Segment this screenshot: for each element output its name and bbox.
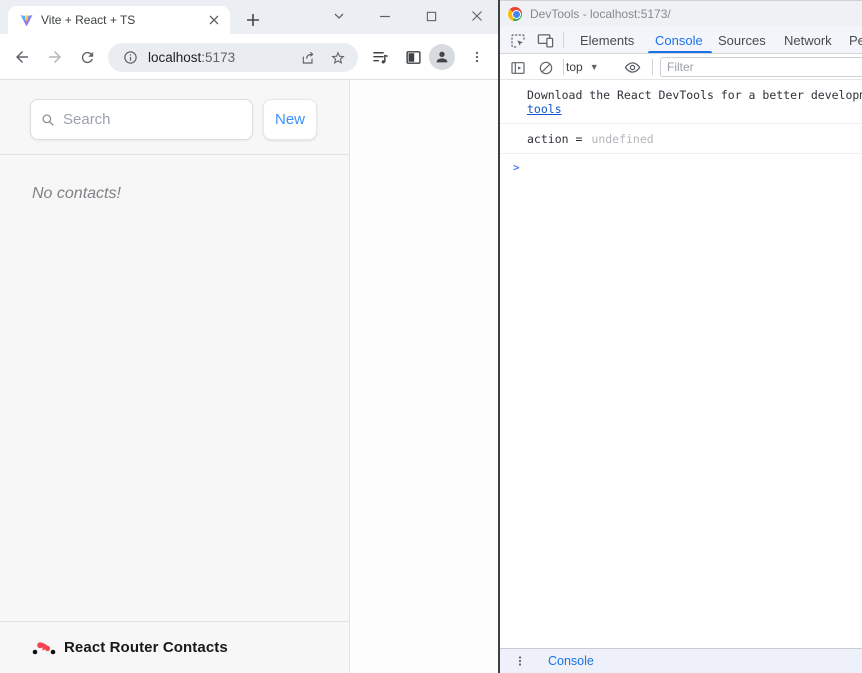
- console-log-text: action =: [527, 132, 582, 146]
- url-text: localhost:5173: [148, 50, 298, 65]
- share-icon[interactable]: [298, 48, 318, 68]
- search-icon: [41, 113, 55, 127]
- tab-close-icon[interactable]: [206, 12, 222, 28]
- drawer-console-tab[interactable]: Console: [548, 654, 594, 668]
- search-box[interactable]: [30, 99, 253, 140]
- tab-network[interactable]: Network: [784, 26, 832, 54]
- context-selector-label: top: [566, 60, 583, 74]
- new-tab-icon[interactable]: [240, 7, 266, 33]
- console-filter-input[interactable]: [660, 57, 862, 77]
- context-selector[interactable]: top ▼: [566, 54, 599, 80]
- chevron-down-icon: ▼: [590, 62, 599, 72]
- sidebar-divider: [0, 154, 350, 155]
- profile-avatar[interactable]: [429, 44, 455, 70]
- toolbar-separator: [563, 32, 564, 48]
- media-controls-icon[interactable]: [369, 46, 391, 68]
- window-menu-chevron-icon[interactable]: [322, 0, 356, 32]
- live-expression-eye-icon[interactable]: [624, 59, 641, 76]
- sidebar-footer: React Router Contacts: [0, 621, 350, 673]
- drawer-menu-dots-icon[interactable]: [514, 655, 526, 667]
- tab-console[interactable]: Console: [655, 26, 703, 54]
- window-minimize-icon[interactable]: [368, 0, 402, 32]
- browser-menu-dots-icon[interactable]: [466, 46, 488, 68]
- chrome-logo-icon: [508, 7, 522, 21]
- console-log-value: undefined: [591, 132, 653, 146]
- url-host: localhost: [148, 50, 201, 65]
- console-toolbar: top ▼: [500, 54, 862, 80]
- footer-title: React Router Contacts: [64, 639, 228, 656]
- contacts-sidebar: New No contacts! React Router Contacts: [0, 80, 350, 673]
- devtools-window: DevTools - localhost:5173/ Elements Cons…: [498, 0, 862, 673]
- tab-performance[interactable]: Performance: [849, 26, 862, 54]
- toolbar-separator: [652, 59, 653, 75]
- browser-tab[interactable]: Vite + React + TS: [8, 6, 230, 34]
- devtools-titlebar: DevTools - localhost:5173/: [500, 0, 862, 26]
- site-info-icon[interactable]: [120, 48, 140, 68]
- window-close-icon[interactable]: [460, 0, 494, 32]
- react-router-logo-icon: [32, 641, 56, 655]
- devtools-window-title: DevTools - localhost:5173/: [530, 7, 671, 21]
- toolbar-separator: [563, 59, 564, 75]
- devtools-drawer: Console: [500, 648, 862, 673]
- browser-window: Vite + React + TS: [0, 0, 498, 673]
- console-message-link[interactable]: tools: [527, 102, 562, 116]
- screen: Vite + React + TS: [0, 0, 862, 673]
- console-message-text: Download the React DevTools for a better…: [527, 88, 862, 102]
- browser-toolbar: localhost:5173: [0, 34, 498, 80]
- address-bar[interactable]: localhost:5173: [108, 43, 358, 72]
- url-port: :5173: [201, 50, 235, 65]
- device-toolbar-icon[interactable]: [537, 32, 554, 49]
- vite-favicon: [20, 14, 33, 27]
- console-prompt-chevron[interactable]: >: [500, 154, 862, 174]
- forward-icon[interactable]: [44, 46, 66, 68]
- bookmark-star-icon[interactable]: [328, 48, 348, 68]
- search-input[interactable]: [63, 111, 242, 128]
- inspect-element-icon[interactable]: [509, 32, 526, 49]
- tab-sources[interactable]: Sources: [718, 26, 766, 54]
- devtools-tabbar: Elements Console Sources Network Perform…: [500, 26, 862, 54]
- tab-title: Vite + React + TS: [41, 13, 206, 27]
- detail-pane: [350, 80, 498, 673]
- window-maximize-icon[interactable]: [414, 0, 448, 32]
- tab-elements[interactable]: Elements: [580, 26, 634, 54]
- empty-contacts-message: No contacts!: [32, 185, 121, 203]
- reload-icon[interactable]: [76, 46, 98, 68]
- console-sidebar-icon[interactable]: [509, 59, 526, 76]
- page-content: New No contacts! React Router Contacts: [0, 80, 498, 673]
- console-output: Download the React DevTools for a better…: [500, 80, 862, 648]
- clear-console-icon[interactable]: [537, 59, 554, 76]
- tab-strip: Vite + React + TS: [0, 0, 498, 34]
- console-message: Download the React DevTools for a better…: [500, 80, 862, 124]
- new-contact-button[interactable]: New: [263, 99, 317, 140]
- back-icon[interactable]: [11, 46, 33, 68]
- side-panel-icon[interactable]: [402, 46, 424, 68]
- console-message: action = undefined: [500, 124, 862, 154]
